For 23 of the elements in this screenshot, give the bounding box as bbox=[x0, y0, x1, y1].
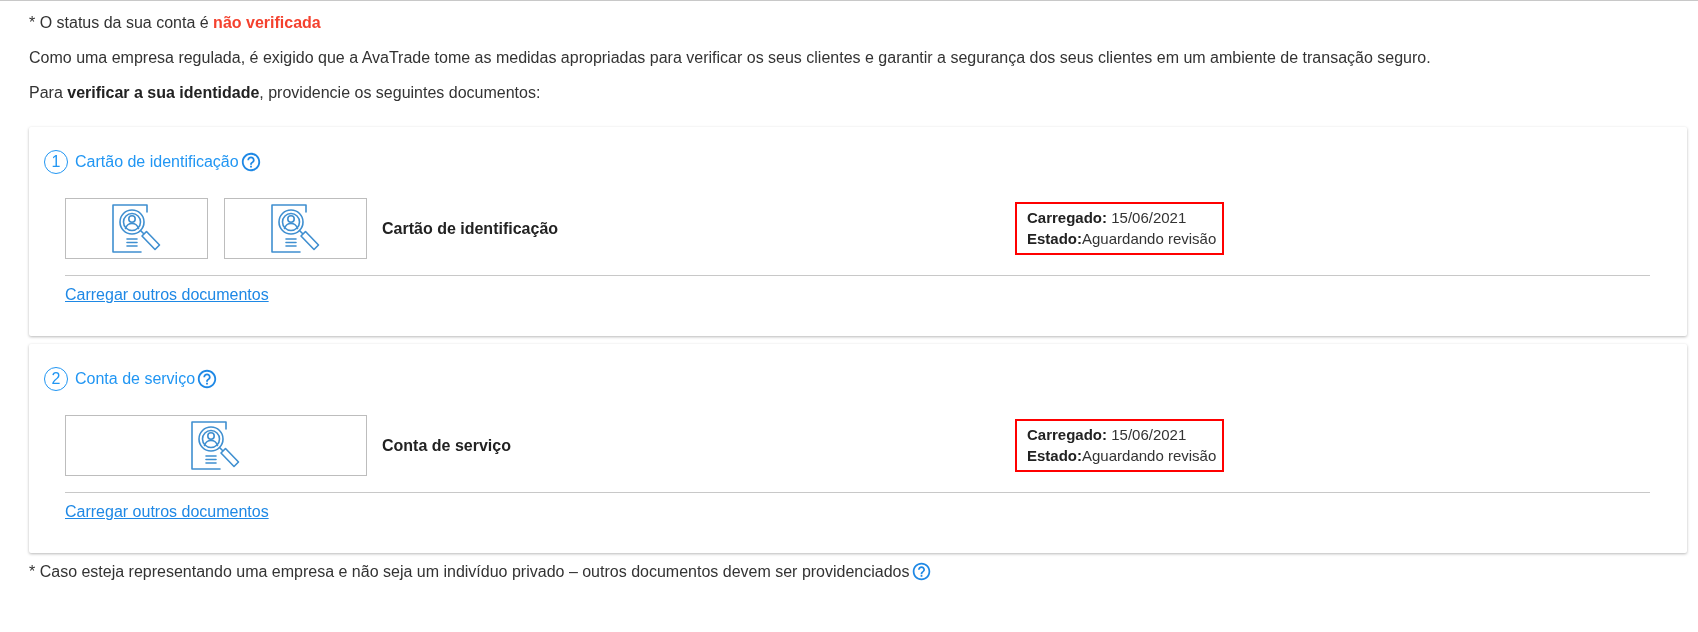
document-thumbnail[interactable] bbox=[65, 415, 367, 476]
intro-text: Como uma empresa regulada, é exigido que a AvaTrade tome as medidas apropriadas para verificar os seus clientes e garantir a segurança dos seus clientes em um ambiente de transação seguro. bbox=[29, 48, 1432, 68]
instruction-text: Para verificar a sua identidade, providencie os seguintes documentos: bbox=[29, 83, 542, 103]
document-name: Conta de serviço bbox=[382, 435, 511, 456]
help-icon[interactable] bbox=[196, 368, 219, 390]
upload-date-text: Carregado: 15/06/2021 bbox=[1027, 425, 1188, 445]
document-search-icon bbox=[191, 420, 241, 471]
upload-date-text: Carregado: 15/06/2021 bbox=[1027, 208, 1188, 228]
account-status-text: * O status da sua conta é não verificada bbox=[29, 13, 322, 33]
section-title: Conta de serviço bbox=[75, 369, 196, 389]
footnote-text: * Caso esteja representando uma empresa e não seja um indivíduo privado – outros documentos devem ser providenciados bbox=[29, 561, 910, 582]
review-status-text: Estado:Aguardando revisão bbox=[1027, 446, 1217, 466]
help-icon[interactable] bbox=[239, 151, 262, 173]
upload-more-link[interactable]: Carregar outros documentos bbox=[65, 502, 269, 522]
review-status-text: Estado:Aguardando revisão bbox=[1027, 229, 1217, 249]
document-thumbnail[interactable] bbox=[65, 198, 208, 259]
document-search-icon bbox=[270, 203, 321, 254]
help-icon[interactable] bbox=[910, 561, 932, 582]
document-name: Cartão de identificação bbox=[382, 218, 559, 239]
section-title: Cartão de identificação bbox=[75, 152, 239, 172]
document-thumbnail[interactable] bbox=[224, 198, 367, 259]
document-search-icon bbox=[111, 203, 162, 254]
upload-more-link[interactable]: Carregar outros documentos bbox=[65, 285, 269, 305]
